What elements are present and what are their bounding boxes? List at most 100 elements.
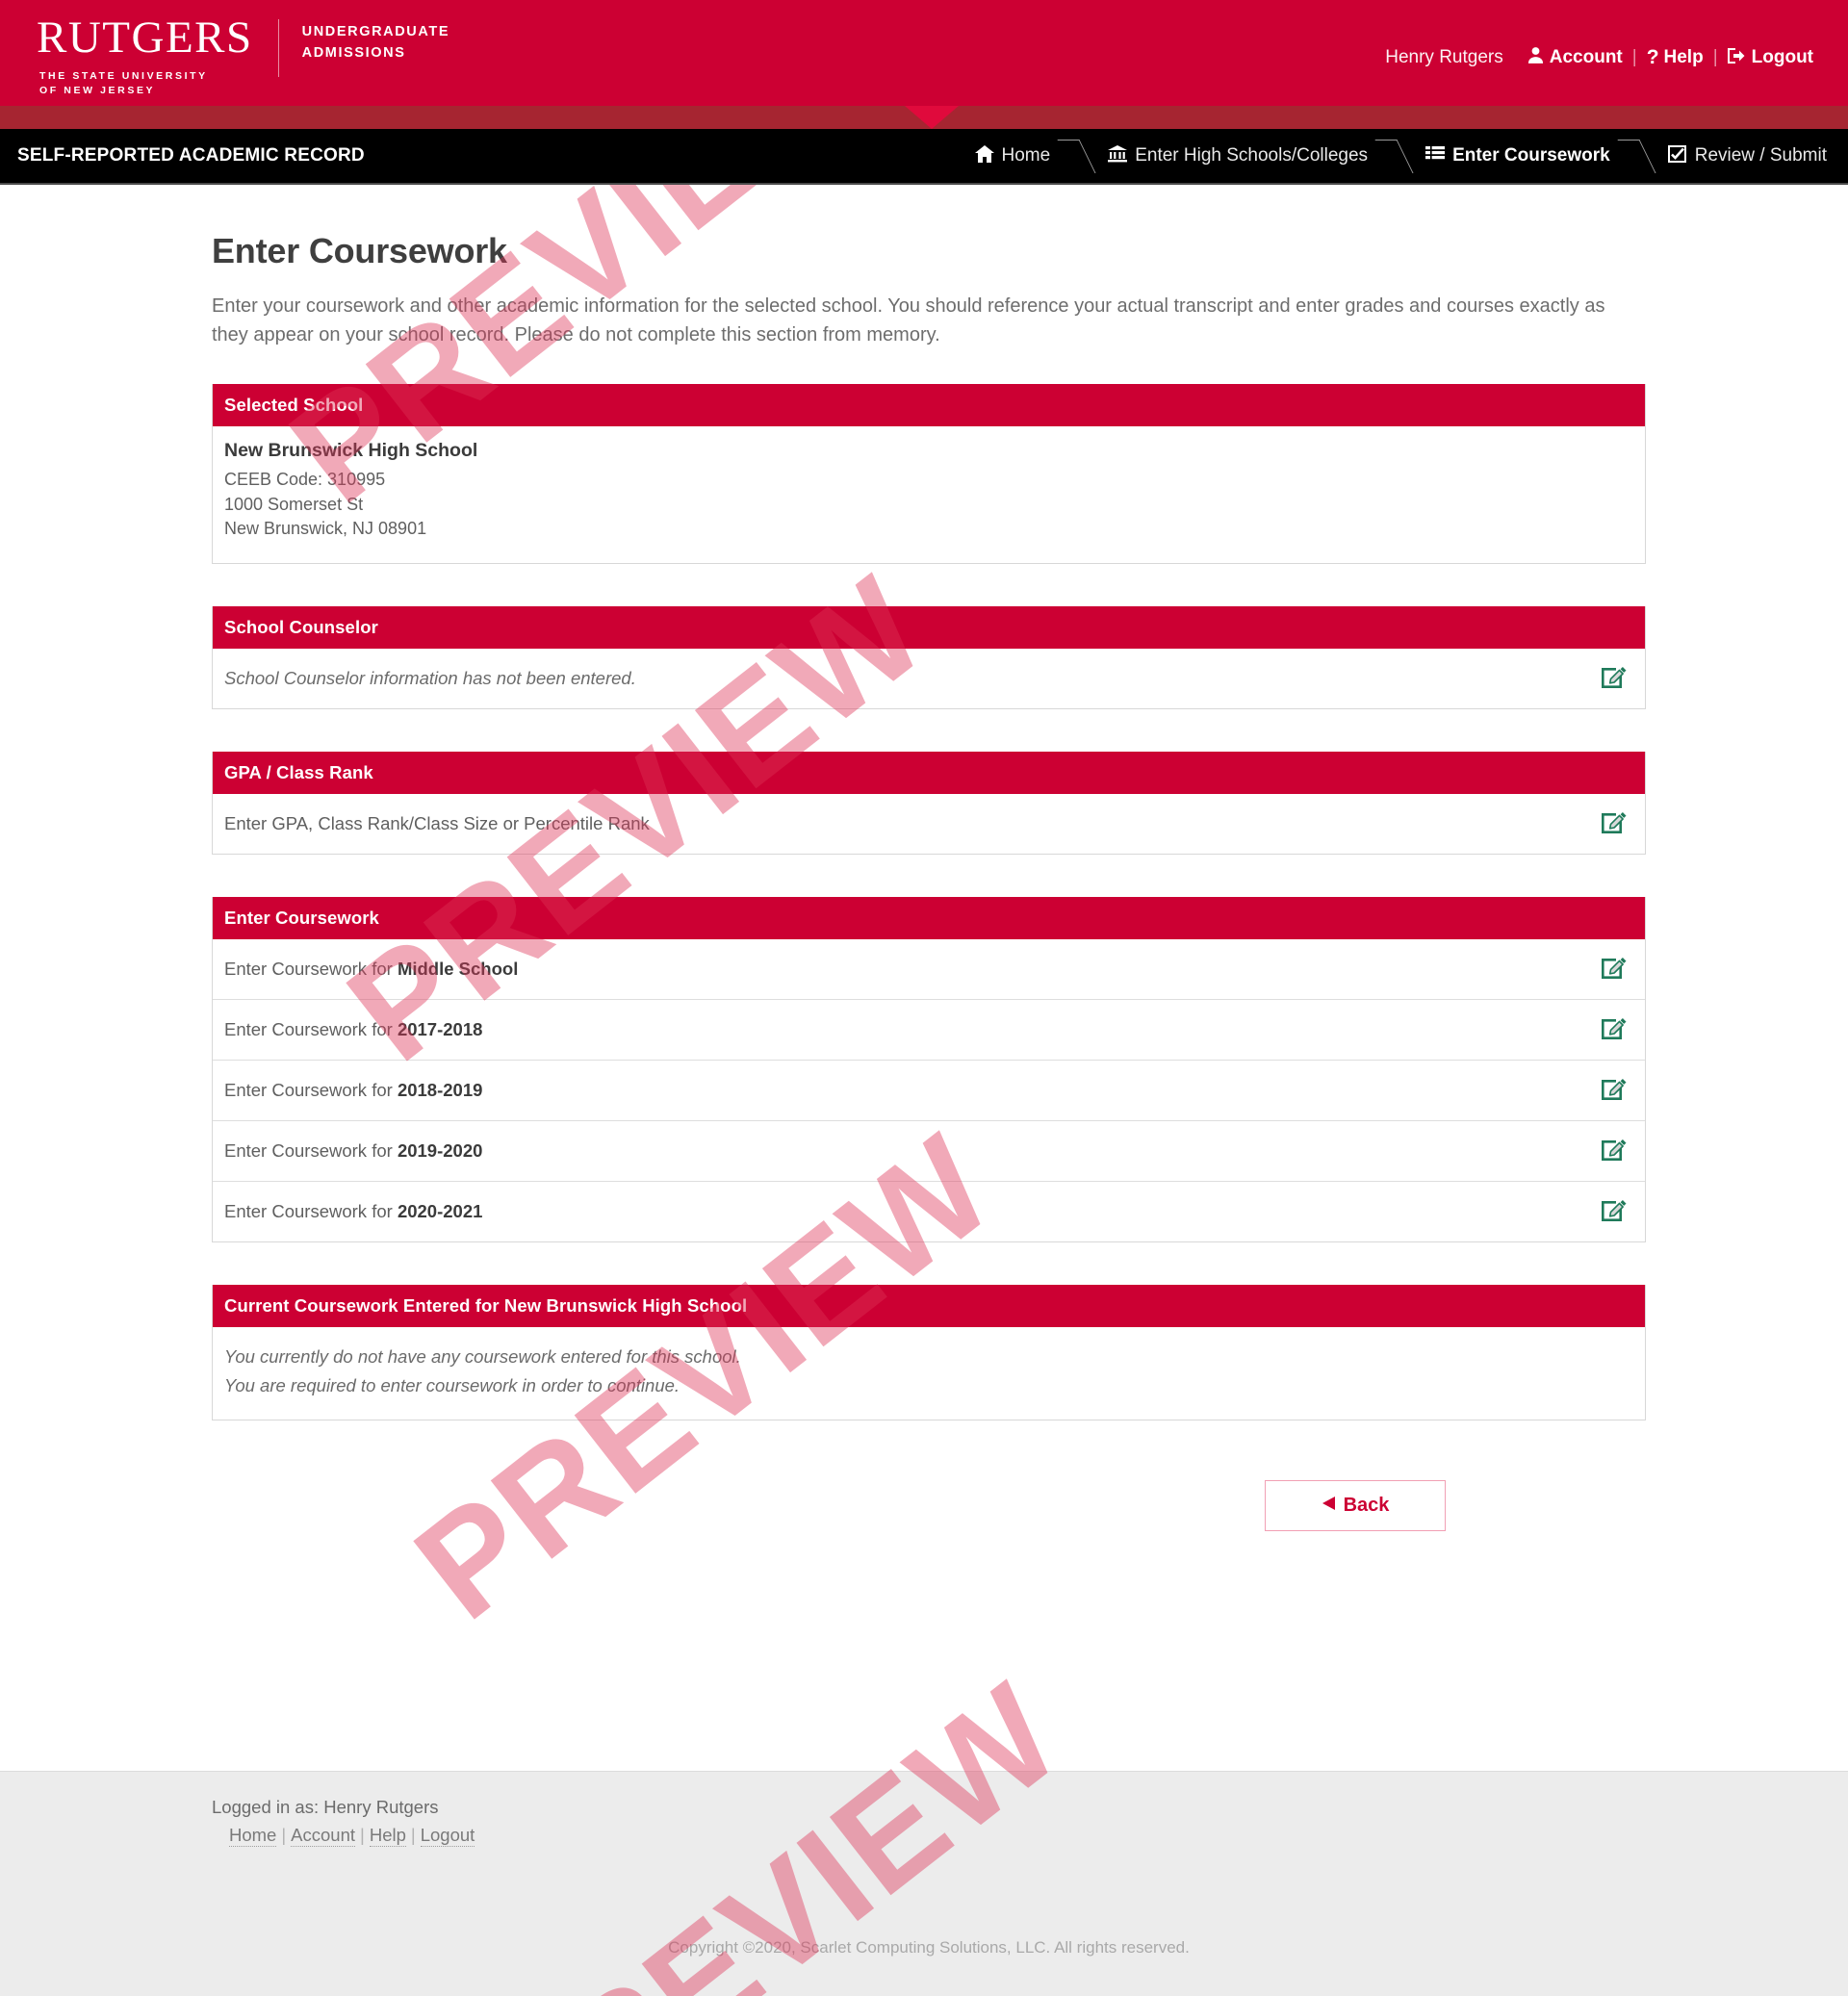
site-footer: Logged in as: Henry Rutgers Home | Account… xyxy=(0,1771,1848,1996)
coursework-row-term: 2019-2020 xyxy=(397,1139,483,1161)
site-header: RUTGERS THE STATE UNIVERSITY OF NEW JERS… xyxy=(0,0,1848,106)
footer-link-home[interactable]: Home xyxy=(229,1825,277,1847)
coursework-row-term: 2020-2021 xyxy=(397,1200,483,1221)
footer-links: Home | Account | Help | Logout xyxy=(212,1825,1646,1847)
coursework-row-label: Enter Coursework for Middle School xyxy=(224,959,518,980)
account-link[interactable]: Account xyxy=(1517,46,1632,68)
header-accent-strip xyxy=(0,106,1848,129)
school-counselor-heading: School Counselor xyxy=(213,605,1645,649)
footer-link-divider: | xyxy=(360,1825,365,1845)
enter-coursework-panel: Enter Coursework Enter Coursework for Mi… xyxy=(212,896,1646,1242)
edit-pencil-icon xyxy=(1599,1135,1630,1166)
current-coursework-line-1: You currently do not have any coursework… xyxy=(224,1345,741,1367)
gpa-class-rank-heading: GPA / Class Rank xyxy=(213,751,1645,794)
list-icon xyxy=(1425,145,1446,166)
footer-link-logout[interactable]: Logout xyxy=(420,1825,475,1847)
edit-pencil-icon xyxy=(1599,1195,1630,1227)
selected-school-heading: Selected School xyxy=(213,384,1645,427)
user-name: Henry Rutgers xyxy=(1385,46,1503,67)
breadcrumb-item-review[interactable]: Review / Submit xyxy=(1653,128,1840,184)
school-address: 1000 Somerset St xyxy=(224,494,364,514)
school-counselor-row: School Counselor information has not bee… xyxy=(213,649,1645,708)
coursework-row: Enter Coursework for Middle School xyxy=(213,939,1645,999)
help-label: Help xyxy=(1663,46,1704,67)
coursework-row: Enter Coursework for 2019-2020 xyxy=(213,1119,1645,1181)
coursework-row-term: 2018-2019 xyxy=(397,1079,483,1100)
coursework-row-label: Enter Coursework for 2020-2021 xyxy=(224,1201,482,1222)
coursework-row-label: Enter Coursework for 2019-2020 xyxy=(224,1140,482,1162)
footer-copyright: Copyright ©2020, Scarlet Computing Solut… xyxy=(668,1938,1190,1957)
edit-pencil-icon xyxy=(1599,1074,1630,1106)
edit-pencil-icon xyxy=(1599,953,1630,985)
coursework-row-prefix: Enter Coursework for xyxy=(224,1018,398,1039)
edit-coursework-button[interactable] xyxy=(1597,1195,1631,1228)
current-coursework-heading: Current Coursework Entered for New Bruns… xyxy=(213,1284,1645,1327)
coursework-row: Enter Coursework for 2020-2021 xyxy=(213,1180,1645,1241)
breadcrumb-chevron-2 xyxy=(1381,128,1410,184)
footer-link-help[interactable]: Help xyxy=(369,1825,406,1847)
footer-link-divider: | xyxy=(281,1825,287,1845)
home-icon xyxy=(974,145,994,166)
back-button-label: Back xyxy=(1343,1494,1390,1516)
selected-school-body: New Brunswick High School CEEB Code: 310… xyxy=(213,426,1645,563)
back-button[interactable]: Back xyxy=(1265,1479,1446,1531)
coursework-row-term: 2017-2018 xyxy=(397,1018,483,1039)
footer-logged-in-as: Logged in as: Henry Rutgers xyxy=(212,1797,439,1817)
caret-left-icon xyxy=(1322,1495,1336,1517)
page-title: Enter Coursework xyxy=(212,231,507,270)
current-coursework-panel: Current Coursework Entered for New Bruns… xyxy=(212,1284,1646,1420)
logout-link[interactable]: Logout xyxy=(1718,47,1823,68)
footer-link-divider: | xyxy=(410,1825,416,1845)
breadcrumb-label-home: Home xyxy=(1001,145,1051,166)
breadcrumb-label-schools: Enter High Schools/Colleges xyxy=(1135,145,1369,166)
coursework-row: Enter Coursework for 2018-2019 xyxy=(213,1059,1645,1120)
breadcrumb-label-review: Review / Submit xyxy=(1694,145,1827,166)
breadcrumb: Home Enter High Schools/Colleges Enter C… xyxy=(960,128,1848,184)
breadcrumb-item-home[interactable]: Home xyxy=(960,128,1065,184)
gpa-prompt-text: Enter GPA, Class Rank/Class Size or Perc… xyxy=(224,812,650,833)
edit-gpa-button[interactable] xyxy=(1597,807,1631,840)
help-link[interactable]: ? Help xyxy=(1637,47,1713,68)
bank-icon xyxy=(1108,145,1128,166)
active-step-notch xyxy=(905,106,959,129)
question-icon: ? xyxy=(1646,46,1659,68)
account-label: Account xyxy=(1549,46,1623,67)
school-ceeb: CEEB Code: 310995 xyxy=(224,470,386,490)
check-square-icon xyxy=(1667,145,1687,166)
user-menu: Henry Rutgers Account | ? Help | Logout xyxy=(1385,46,1823,68)
breadcrumb-item-schools[interactable]: Enter High Schools/Colleges xyxy=(1092,128,1381,184)
logo-unit-line2: ADMISSIONS xyxy=(301,45,406,62)
school-city-state-zip: New Brunswick, NJ 08901 xyxy=(224,519,427,539)
school-counselor-panel: School Counselor School Counselor inform… xyxy=(212,605,1646,709)
logo-unit-line1: UNDERGRADUATE xyxy=(301,24,450,39)
primary-nav: SELF-REPORTED ACADEMIC RECORD Home Enter… xyxy=(0,129,1848,185)
edit-coursework-button[interactable] xyxy=(1597,953,1631,985)
rutgers-logo[interactable]: RUTGERS THE STATE UNIVERSITY OF NEW JERS… xyxy=(37,15,449,97)
breadcrumb-item-coursework[interactable]: Enter Coursework xyxy=(1410,128,1624,184)
current-coursework-body: You currently do not have any coursework… xyxy=(213,1327,1645,1420)
school-counselor-empty-text: School Counselor information has not bee… xyxy=(224,667,636,688)
breadcrumb-chevron-1 xyxy=(1064,128,1092,184)
logo-tagline-line2: OF NEW JERSEY xyxy=(39,85,156,97)
logout-label: Logout xyxy=(1751,46,1813,67)
edit-pencil-icon xyxy=(1599,807,1630,839)
edit-school-counselor-button[interactable] xyxy=(1597,662,1631,695)
sign-out-icon xyxy=(1727,47,1747,68)
edit-coursework-button[interactable] xyxy=(1597,1013,1631,1046)
edit-pencil-icon xyxy=(1599,662,1630,694)
coursework-row-prefix: Enter Coursework for xyxy=(224,1200,398,1221)
edit-coursework-button[interactable] xyxy=(1597,1074,1631,1107)
coursework-row-label: Enter Coursework for 2017-2018 xyxy=(224,1019,482,1040)
gpa-class-rank-row: Enter GPA, Class Rank/Class Size or Perc… xyxy=(213,794,1645,854)
gpa-class-rank-panel: GPA / Class Rank Enter GPA, Class Rank/C… xyxy=(212,751,1646,855)
form-actions: Back xyxy=(202,1463,1646,1560)
footer-link-account[interactable]: Account xyxy=(291,1825,356,1847)
school-name: New Brunswick High School xyxy=(224,440,478,462)
logo-wordmark: RUTGERS xyxy=(37,13,253,63)
app-title: SELF-REPORTED ACADEMIC RECORD xyxy=(17,145,365,166)
breadcrumb-label-coursework: Enter Coursework xyxy=(1452,145,1610,166)
edit-coursework-button[interactable] xyxy=(1597,1135,1631,1167)
selected-school-panel: Selected School New Brunswick High Schoo… xyxy=(212,384,1646,564)
coursework-row: Enter Coursework for 2017-2018 xyxy=(213,998,1645,1060)
page-body: Enter Coursework Enter your coursework a… xyxy=(0,231,1848,1771)
